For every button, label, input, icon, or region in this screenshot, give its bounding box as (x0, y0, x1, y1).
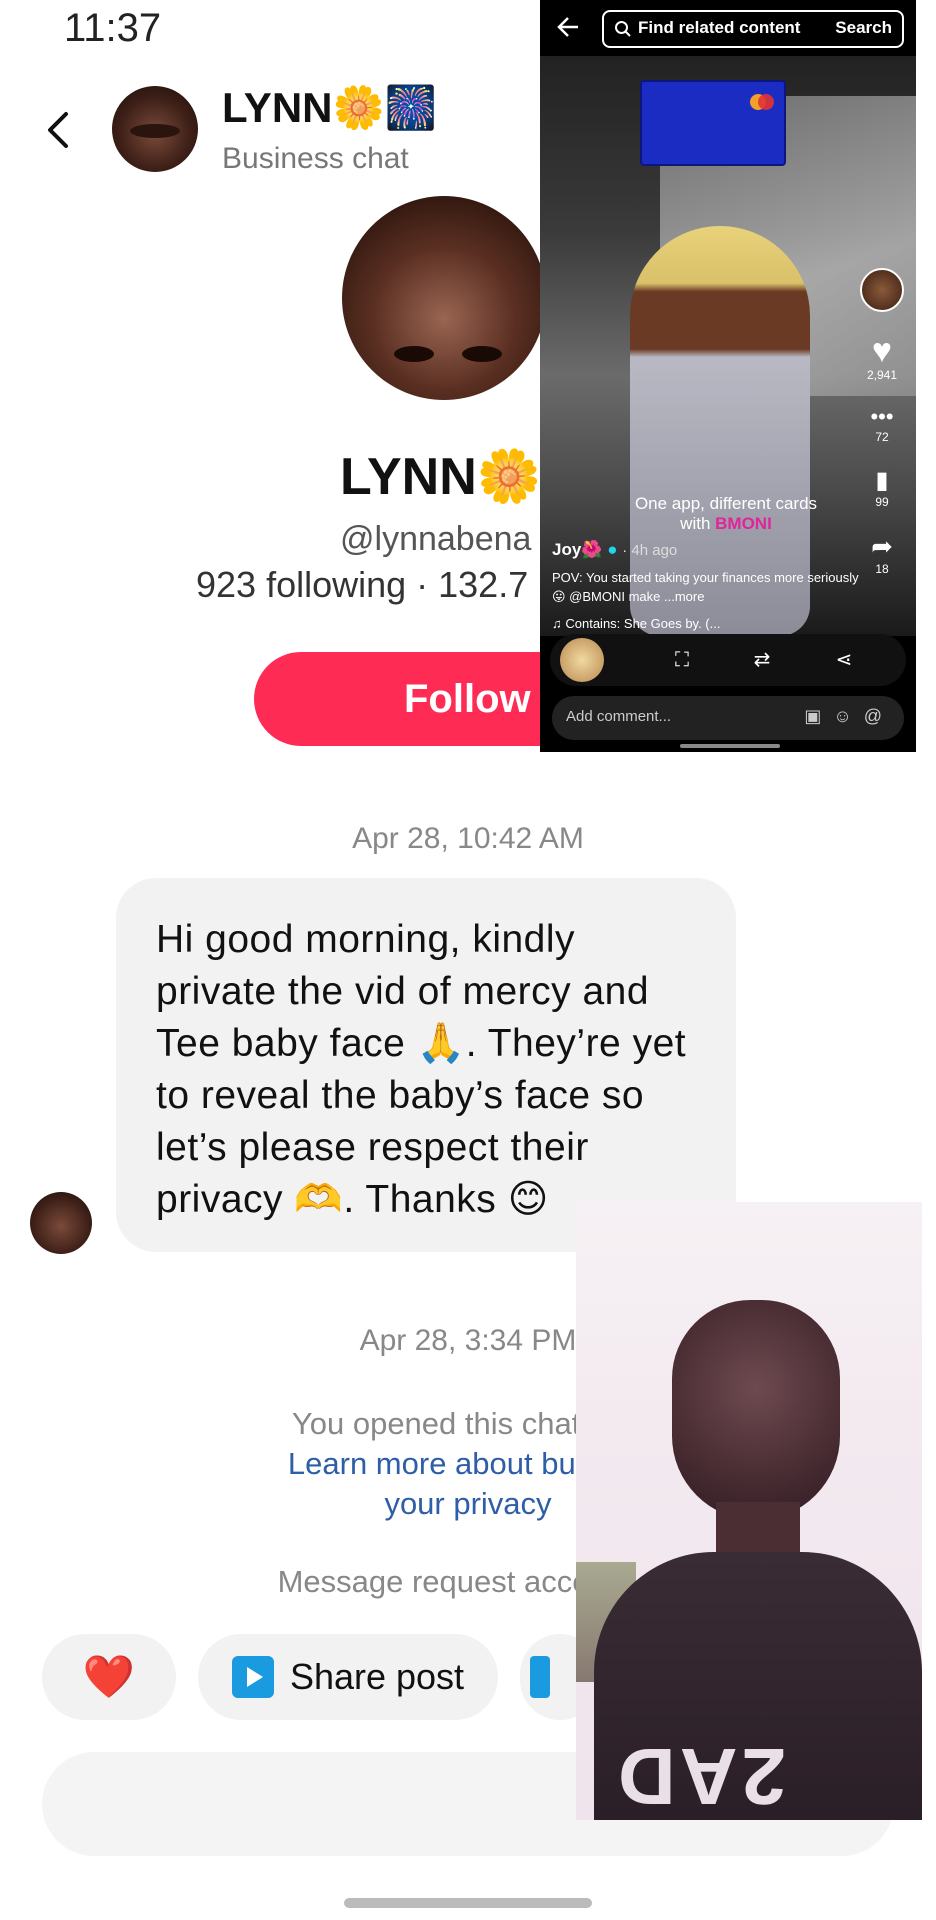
message-bubble[interactable]: Hi good morning, kindly private the vid … (116, 878, 736, 1252)
heart-reaction-button[interactable]: ❤️ (42, 1634, 176, 1720)
related-content-search[interactable]: Find related content Search (602, 10, 904, 48)
caption-brand: BMONI (715, 514, 772, 533)
shirt-print: 2AD (614, 1732, 787, 1820)
share-post-button[interactable]: Share post (198, 1634, 498, 1720)
video-description[interactable]: POV: You started taking your finances mo… (552, 568, 862, 606)
person-head (672, 1300, 840, 1520)
profile-avatar[interactable] (342, 196, 546, 400)
video-music[interactable]: ♫ Contains: She Goes by. (... (552, 616, 720, 631)
comment-count: 72 (875, 430, 889, 444)
profile-name: LYNN🌼 (340, 448, 542, 506)
repost-icon[interactable]: ⇄ (750, 648, 774, 672)
search-button[interactable]: Search (835, 18, 892, 38)
play-icon (231, 1656, 274, 1698)
card-logo-dot (758, 94, 774, 110)
comment-placeholder: Add comment... (566, 708, 672, 725)
comment-input-icons[interactable]: ▣☺@ (804, 706, 894, 727)
mini-thumbnail[interactable] (560, 638, 604, 682)
person-shirt: 2AD (594, 1552, 922, 1820)
comment-icon[interactable]: ••• (860, 404, 904, 430)
search-placeholder: Find related content (638, 18, 801, 37)
video-overlay-caption: One app, different cards with BMONI (606, 494, 846, 534)
scan-icon[interactable]: ⛶ (670, 648, 694, 672)
overlay-camera-video[interactable]: 2AD (576, 1202, 922, 1820)
home-indicator (344, 1898, 592, 1908)
heart-icon: ❤️ (82, 1652, 136, 1700)
bookmark-icon[interactable]: ▮ (860, 466, 904, 495)
video-action-bar: ⛶ ⇄ ⋖ (550, 634, 906, 686)
overlay-video-player[interactable]: Find related content Search ♥ 2,941 ••• … (540, 0, 916, 752)
bank-card-graphic (640, 80, 786, 166)
like-count: 2,941 (866, 368, 898, 382)
status-time: 11:37 (64, 6, 162, 50)
message-timestamp: Apr 28, 10:42 AM (352, 822, 584, 855)
profile-handle: @lynnabena (340, 520, 532, 558)
search-icon (615, 21, 631, 37)
avatar-eye-detail (462, 346, 502, 362)
share-count: 18 (875, 562, 889, 576)
save-count: 99 (875, 495, 889, 509)
caption-line: with BMONI (606, 514, 846, 534)
video-back-icon[interactable] (556, 14, 582, 40)
author-name: Joy🌺 (552, 540, 603, 559)
video-home-indicator (680, 744, 780, 748)
comment-input[interactable]: Add comment... ▣☺@ (552, 696, 904, 740)
header-avatar[interactable] (112, 86, 198, 172)
like-heart-icon[interactable]: ♥ (860, 334, 904, 368)
video-action-rail: ♥ 2,941 ••• 72 ▮ 99 ➦ 18 (860, 268, 908, 576)
share-post-label: Share post (289, 1656, 465, 1697)
back-arrow-icon[interactable] (36, 106, 84, 154)
share-icon[interactable]: ⋖ (832, 648, 856, 672)
creator-avatar[interactable] (860, 268, 904, 312)
header-subtitle: Business chat (222, 142, 409, 175)
header-name[interactable]: LYNN🌼🎆 (222, 84, 437, 133)
sender-avatar[interactable] (30, 1192, 92, 1254)
chip-icon (530, 1656, 550, 1698)
verified-badge-icon: ● (607, 540, 618, 559)
profile-stats: 923 following · 132.7 (196, 564, 529, 605)
video-top-bar: Find related content Search (540, 0, 916, 56)
posted-ago: · 4h ago (622, 542, 678, 559)
video-author[interactable]: Joy🌺 ● · 4h ago (552, 540, 677, 560)
avatar-eye-detail (394, 346, 434, 362)
caption-line: One app, different cards (634, 494, 818, 513)
caption-prefix: with (680, 514, 711, 533)
share-arrow-icon[interactable]: ➦ (860, 531, 904, 562)
